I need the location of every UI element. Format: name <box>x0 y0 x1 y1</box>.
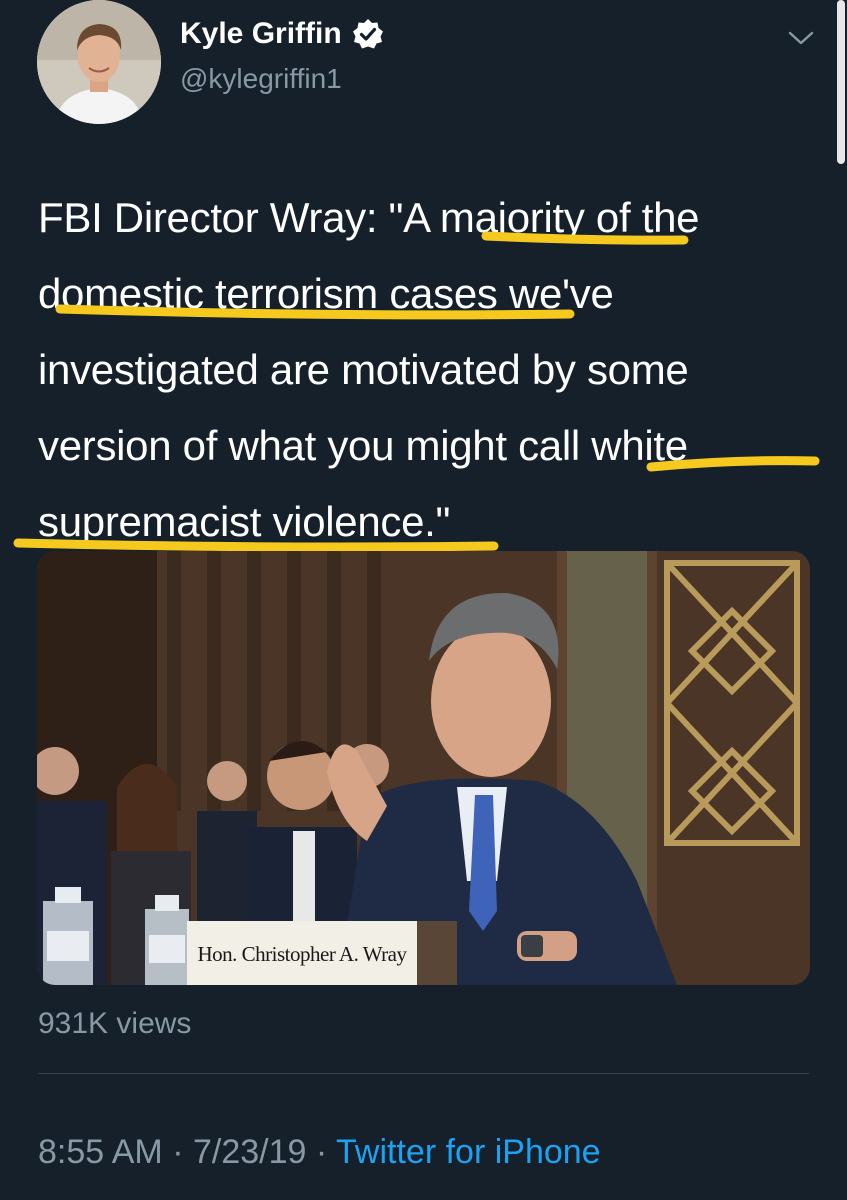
tweet-text-line: supremacist violence." <box>38 498 451 545</box>
view-count: 931K views <box>38 1007 192 1040</box>
author-name-row[interactable]: Kyle Griffin <box>180 16 384 52</box>
tweet-screen: Kyle Griffin @kylegriffin1 FBI Director … <box>0 0 847 1200</box>
tweet-source-link[interactable]: Twitter for iPhone <box>336 1133 601 1171</box>
scrollbar[interactable] <box>837 0 845 164</box>
meta-separator: · <box>162 1133 193 1171</box>
avatar[interactable] <box>37 0 161 124</box>
verified-badge-icon <box>352 19 383 49</box>
tweet-media-video[interactable]: Hon. Christopher A. Wray <box>37 551 810 985</box>
tweet-text: FBI Director Wray: "A majority of the do… <box>38 180 828 560</box>
meta-separator: · <box>306 1133 337 1171</box>
tweet-text-line: version of what you might call white <box>38 422 688 469</box>
video-frame-illustration <box>37 551 810 985</box>
nameplate-label: Hon. Christopher A. Wray <box>197 942 408 966</box>
author-name[interactable]: Kyle Griffin <box>180 16 342 52</box>
divider <box>38 1073 809 1074</box>
tweet-meta: 8:55 AM · 7/23/19 · Twitter for iPhone <box>38 1132 601 1172</box>
tweet-text-line: FBI Director Wray: "A majority of the <box>38 194 700 241</box>
tweet-text-line: investigated are motivated by some <box>38 346 689 393</box>
author-handle[interactable]: @kylegriffin1 <box>180 62 342 96</box>
tweet-time[interactable]: 8:55 AM <box>38 1133 163 1171</box>
chevron-down-icon[interactable] <box>786 26 816 50</box>
tweet-text-line: domestic terrorism cases we've <box>38 270 614 317</box>
tweet-date[interactable]: 7/23/19 <box>193 1133 306 1171</box>
